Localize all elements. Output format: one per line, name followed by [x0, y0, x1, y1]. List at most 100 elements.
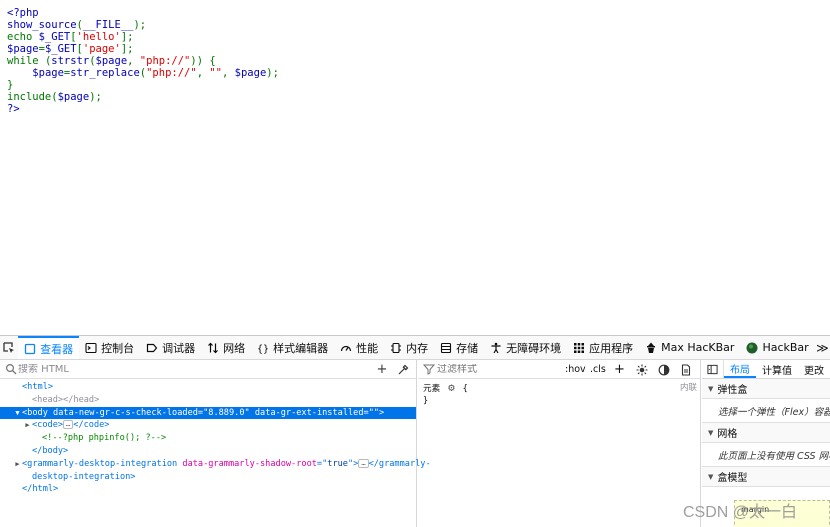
markup-node[interactable]: ▶ <grammarly-desktop-integration data-gra… [0, 458, 431, 471]
sidebar-tab[interactable]: 更改 [798, 360, 830, 378]
toggle-pane-button[interactable] [702, 360, 724, 378]
hover-state-toggle[interactable]: :hov [565, 362, 586, 377]
chevron-down-icon: ▼ [708, 384, 714, 393]
html-tree: <html> <head></head> ▼ <body data-new-gr-c-… [0, 379, 431, 496]
tab-performance[interactable]: 性能 [334, 336, 384, 359]
source-token: ); [89, 91, 102, 103]
tab-max-hackbar[interactable]: Max HacKBar [639, 336, 740, 359]
sidebar-tab[interactable]: 布局 [724, 360, 756, 378]
html-search-input[interactable] [18, 363, 218, 375]
hacker-icon [645, 342, 657, 354]
tab-storage[interactable]: 存储 [434, 336, 484, 359]
markup-node[interactable]: </html> [0, 483, 416, 496]
section-message: 此页面上没有使用 CSS 网格 [702, 443, 830, 467]
source-token: )) { [190, 55, 216, 67]
markup-token: desktop-integration> [32, 471, 136, 482]
grid-icon [573, 342, 585, 354]
section-header[interactable]: ▼ 盒模型 [702, 467, 830, 487]
markup-token: <head> [32, 394, 64, 405]
collapsed-content-button[interactable]: … [358, 458, 369, 468]
tab-application[interactable]: 应用程序 [567, 336, 639, 359]
tab-debugger[interactable]: 调试器 [140, 336, 201, 359]
source-line: while (strstr($page, "php://")) { [7, 55, 279, 67]
inspector-icon [24, 343, 36, 355]
markup-node[interactable]: <head></head> [0, 394, 416, 407]
tab-console[interactable]: 控制台 [79, 336, 140, 359]
source-token: strstr [51, 55, 90, 67]
sidebar-tabs: 布局 计算值 更改 [702, 360, 830, 379]
source-token: , [196, 67, 210, 79]
php-source-code: <?php show_source(__FILE__); echo $_GET['h… [7, 7, 279, 115]
tab-label: 性能 [356, 341, 379, 355]
tab-inspector[interactable]: 查看器 [18, 336, 80, 359]
print-simulation-button[interactable] [680, 362, 692, 377]
green-circle-icon [746, 342, 758, 354]
tab-network[interactable]: 网络 [201, 336, 251, 359]
source-token: echo [7, 31, 39, 43]
tab-label: 无障碍环境 [506, 341, 562, 355]
gear-icon[interactable]: ⚙ [445, 382, 457, 394]
section-header[interactable]: ▼ 网格 [702, 423, 830, 443]
rules-panel: :hov .cls + 元素 ⚙ { } [418, 360, 701, 527]
source-line: echo $_GET['hello']; [7, 31, 279, 43]
accessibility-icon [490, 342, 502, 354]
selected-node[interactable]: ▼ <body data-new-gr-c-s-check-loaded="8.8… [0, 406, 416, 420]
tab-label: 应用程序 [589, 341, 634, 355]
more-tools-button[interactable]: ≫ [815, 336, 830, 359]
source-token: $_GET [44, 43, 77, 55]
browser-window: <?php show_source(__FILE__); echo $_GET['h… [0, 0, 830, 527]
element-rule[interactable]: 元素 ⚙ { [423, 382, 695, 395]
tab-accessibility[interactable]: 无障碍环境 [484, 336, 567, 359]
element-picker-icon [3, 341, 15, 354]
dark-scheme-button[interactable] [658, 362, 670, 377]
markup-token: </body> [32, 445, 69, 456]
devtools-toolbar: 查看器 控制台 调试器 网络 {} 样式编辑器 性能 内存 存储 无障碍环境 应用程序 Max Hac… [0, 336, 830, 360]
light-scheme-button[interactable] [636, 362, 648, 377]
memory-chip-icon [390, 342, 402, 354]
csdn-watermark: CSDN @太一白 [683, 504, 798, 521]
collapsed-content-button[interactable]: … [63, 420, 74, 430]
markup-token: " [244, 407, 255, 418]
markup-node[interactable]: desktop-integration> [0, 471, 416, 484]
markup-node[interactable]: <!--?php phpinfo(); ?--> [0, 432, 416, 445]
storage-icon [440, 342, 452, 354]
element-rule-label: 元素 [423, 384, 441, 394]
markup-panel: + <html><head></head>▼<body data-new-gr-… [0, 360, 431, 527]
expand-toggle-icon[interactable]: ▼ [13, 407, 22, 420]
source-token: $page [234, 67, 267, 79]
rule-close-brace: } [423, 396, 429, 406]
markup-node[interactable]: </body> [0, 445, 416, 458]
element-picker-button[interactable] [0, 336, 18, 359]
chevron-down-icon: ▼ [708, 428, 714, 437]
expand-toggle-icon[interactable]: ▶ [13, 458, 22, 471]
tab-label: Max HacKBar [661, 341, 735, 354]
class-toggle[interactable]: .cls [590, 362, 606, 377]
source-token: ]; [120, 43, 134, 55]
expand-toggle-icon[interactable]: ▶ [23, 419, 32, 432]
eyedropper-button[interactable] [395, 362, 411, 377]
add-node-button[interactable]: + [374, 362, 390, 377]
markup-token: <code> [32, 420, 64, 431]
sidebar-tab-list: 布局 计算值 更改 [724, 360, 830, 378]
source-token: __FILE__ [82, 19, 134, 31]
source-token: ); [266, 67, 279, 79]
markup-node[interactable]: ▶ <code>… </code> [0, 419, 416, 432]
section-header[interactable]: ▼ 弹性盒 [702, 379, 830, 399]
sidebar-tab[interactable]: 计算值 [756, 360, 798, 378]
tab-hackbar[interactable]: HackBar [740, 336, 814, 359]
style-filter-input[interactable] [437, 363, 547, 375]
markup-token: </code> [73, 420, 110, 431]
tab-label: HackBar [762, 341, 809, 354]
network-icon [207, 342, 219, 354]
source-line: } [7, 79, 279, 91]
source-token: include [7, 91, 52, 103]
source-line: <?php [7, 7, 279, 19]
markup-node[interactable]: <html> [0, 381, 416, 394]
source-token: $page [32, 67, 64, 79]
add-rule-button[interactable]: + [614, 362, 625, 377]
gauge-icon [340, 342, 352, 354]
tab-memory[interactable]: 内存 [384, 336, 434, 359]
source-token: show_source [7, 19, 77, 31]
tab-style-editor[interactable]: {} 样式编辑器 [251, 336, 334, 359]
source-token: $page [7, 43, 39, 55]
